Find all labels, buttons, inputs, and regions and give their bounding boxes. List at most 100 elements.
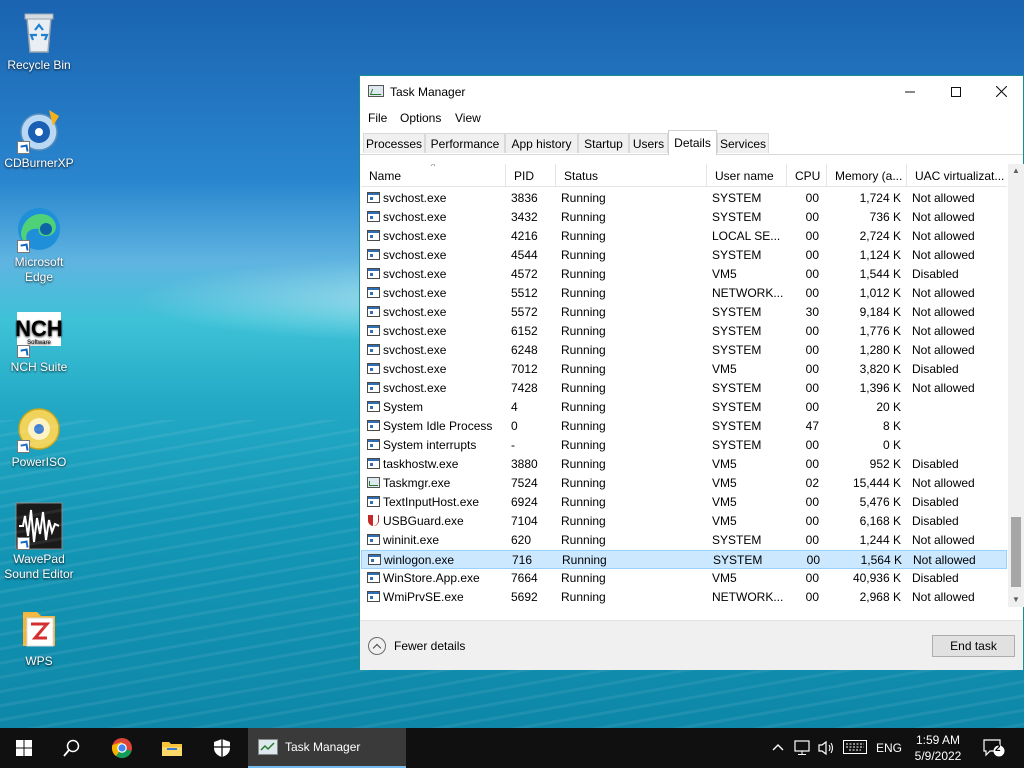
table-row[interactable]: svchost.exe 3836 Running SYSTEM 00 1,724 K Not… xyxy=(361,189,1007,208)
poweriso-icon xyxy=(15,405,63,453)
cell-uac: Not allowed xyxy=(912,324,975,338)
fewer-details-link[interactable]: Fewer details xyxy=(394,639,465,653)
table-row[interactable]: winlogon.exe 716 Running SYSTEM 00 1,564 K Not… xyxy=(361,550,1007,569)
search-button[interactable] xyxy=(48,728,96,768)
cell-name: svchost.exe xyxy=(383,343,447,357)
desktop-icon-poweriso[interactable]: PowerISO xyxy=(0,405,78,470)
table-row[interactable]: Taskmgr.exe 7524 Running VM5 02 15,444 K Not a… xyxy=(361,474,1007,493)
table-row[interactable]: WmiPrvSE.exe 5692 Running NETWORK... 00 2,968… xyxy=(361,588,1007,607)
taskbar-security[interactable] xyxy=(198,728,246,768)
cell-name: svchost.exe xyxy=(383,362,447,376)
action-center-button[interactable]: 2 xyxy=(983,739,1005,760)
chevron-up-icon[interactable] xyxy=(368,637,386,655)
menu-file[interactable]: File xyxy=(368,111,387,125)
end-task-button[interactable]: End task xyxy=(932,635,1015,657)
table-row[interactable]: TextInputHost.exe 6924 Running VM5 00 5,476 K… xyxy=(361,493,1007,512)
tab-users[interactable]: Users xyxy=(629,133,668,153)
column-header-name[interactable]: ^ Name xyxy=(361,164,506,186)
desktop-icon-recycle-bin[interactable]: Recycle Bin xyxy=(0,8,78,73)
column-header-uac[interactable]: UAC virtualizat... xyxy=(907,164,1007,186)
menu-view[interactable]: View xyxy=(455,111,481,125)
table-row[interactable]: System Idle Process 0 Running SYSTEM 47 8 K xyxy=(361,417,1007,436)
table-row[interactable]: wininit.exe 620 Running SYSTEM 00 1,244 K Not … xyxy=(361,531,1007,550)
tab-performance[interactable]: Performance xyxy=(425,133,505,153)
cell-cpu: 00 xyxy=(805,514,819,528)
cell-status: Running xyxy=(561,286,606,300)
table-row[interactable]: svchost.exe 5572 Running SYSTEM 30 9,184 K Not… xyxy=(361,303,1007,322)
column-header-status[interactable]: Status xyxy=(556,164,707,186)
column-header-cpu[interactable]: CPU xyxy=(787,164,827,186)
tab-startup[interactable]: Startup xyxy=(578,133,629,153)
cell-user: SYSTEM xyxy=(712,533,762,547)
input-language[interactable]: ENG xyxy=(876,741,902,755)
column-header-user-name[interactable]: User name xyxy=(707,164,787,186)
cell-status: Running xyxy=(561,571,606,585)
close-button[interactable] xyxy=(978,76,1024,107)
table-row[interactable]: svchost.exe 6152 Running SYSTEM 00 1,776 K Not… xyxy=(361,322,1007,341)
task-manager-app-icon xyxy=(368,85,384,97)
clock-date: 5/9/2022 xyxy=(914,749,962,763)
search-icon xyxy=(63,739,80,757)
table-row[interactable]: System interrupts - Running SYSTEM 00 0 K xyxy=(361,436,1007,455)
process-icon xyxy=(367,591,380,602)
edge-icon xyxy=(15,205,63,253)
desktop-icon-nch-suite[interactable]: NCH Software NCH Suite xyxy=(0,310,78,375)
scroll-down-icon[interactable]: ▼ xyxy=(1008,593,1024,607)
process-icon xyxy=(367,230,380,241)
scrollbar-thumb[interactable] xyxy=(1011,517,1021,587)
tab-app-history[interactable]: App history xyxy=(505,133,578,153)
nch-icon: NCH Software xyxy=(15,310,63,358)
desktop-icon-cdburnerxp[interactable]: CDBurnerXP xyxy=(0,106,78,171)
start-button[interactable] xyxy=(0,728,48,768)
taskbar-chrome[interactable] xyxy=(98,728,146,768)
cell-status: Running xyxy=(561,324,606,338)
desktop-icon-microsoft-edge[interactable]: Microsoft Edge xyxy=(0,205,78,285)
maximize-button[interactable] xyxy=(933,76,979,107)
title-bar[interactable]: Task Manager xyxy=(360,76,1023,107)
table-row[interactable]: svchost.exe 7428 Running SYSTEM 00 1,396 K Not… xyxy=(361,379,1007,398)
taskbar-file-explorer[interactable] xyxy=(148,728,196,768)
table-row[interactable]: svchost.exe 6248 Running SYSTEM 00 1,280 K Not… xyxy=(361,341,1007,360)
cell-name: WinStore.App.exe xyxy=(383,571,480,585)
table-row[interactable]: svchost.exe 4544 Running SYSTEM 00 1,124 K Not… xyxy=(361,246,1007,265)
cell-status: Running xyxy=(561,381,606,395)
tab-details[interactable]: Details xyxy=(668,130,717,155)
table-row[interactable]: WinStore.App.exe 7664 Running VM5 00 40,936 K… xyxy=(361,569,1007,588)
table-row[interactable]: svchost.exe 3432 Running SYSTEM 00 736 K Not a… xyxy=(361,208,1007,227)
menu-bar: File Options View xyxy=(360,107,1023,129)
table-row[interactable]: USBGuard.exe 7104 Running VM5 00 6,168 K Disab… xyxy=(361,512,1007,531)
process-icon xyxy=(367,534,380,545)
scroll-up-icon[interactable]: ▲ xyxy=(1008,164,1024,178)
cell-name: svchost.exe xyxy=(383,267,447,281)
cell-mem: 1,280 K xyxy=(859,343,901,357)
taskbar-task-manager[interactable]: Task Manager xyxy=(248,728,406,768)
clock[interactable]: 1:59 AM 5/9/2022 xyxy=(912,732,964,764)
shortcut-arrow-icon xyxy=(17,141,30,154)
tab-services[interactable]: Services xyxy=(717,133,769,153)
touch-keyboard-button[interactable] xyxy=(843,740,867,757)
cell-uac: Not allowed xyxy=(912,248,975,262)
show-hidden-icons-button[interactable] xyxy=(772,741,784,755)
column-header-pid[interactable]: PID xyxy=(506,164,556,186)
table-row[interactable]: taskhostw.exe 3880 Running VM5 00 952 K Disabl… xyxy=(361,455,1007,474)
cell-status: Running xyxy=(561,457,606,471)
vertical-scrollbar[interactable]: ▲ ▼ xyxy=(1008,164,1024,607)
cell-cpu: 00 xyxy=(805,438,819,452)
desktop-icon-wavepad[interactable]: WavePad Sound Editor xyxy=(0,502,78,582)
cell-status: Running xyxy=(561,267,606,281)
column-header-memory[interactable]: Memory (a... xyxy=(827,164,907,186)
desktop-icon-wps[interactable]: WPS xyxy=(0,604,78,669)
table-row[interactable]: svchost.exe 7012 Running VM5 00 3,820 K Disabl… xyxy=(361,360,1007,379)
tab-processes[interactable]: Processes xyxy=(363,133,425,153)
minimize-button[interactable] xyxy=(887,76,933,107)
table-row[interactable]: svchost.exe 4572 Running VM5 00 1,544 K Disabl… xyxy=(361,265,1007,284)
network-button[interactable] xyxy=(794,740,812,759)
volume-button[interactable] xyxy=(818,740,836,759)
table-row[interactable]: svchost.exe 5512 Running NETWORK... 00 1,012 … xyxy=(361,284,1007,303)
notification-icon xyxy=(983,739,1005,757)
menu-options[interactable]: Options xyxy=(400,111,441,125)
table-row[interactable]: svchost.exe 4216 Running LOCAL SE... 00 2,724… xyxy=(361,227,1007,246)
table-row[interactable]: System 4 Running SYSTEM 00 20 K xyxy=(361,398,1007,417)
cell-mem: 2,724 K xyxy=(859,229,901,243)
cell-user: SYSTEM xyxy=(712,324,762,338)
